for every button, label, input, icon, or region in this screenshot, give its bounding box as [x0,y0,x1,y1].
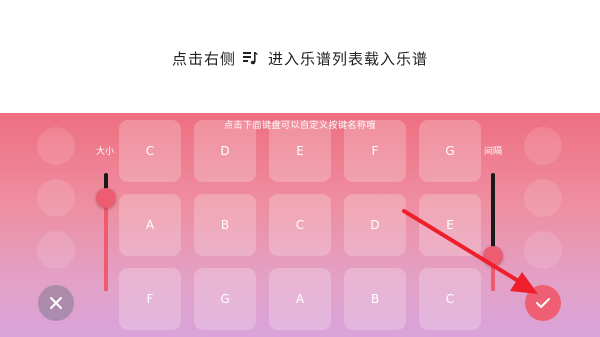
right-side-circle [524,127,562,165]
confirm-button[interactable] [525,285,561,321]
close-icon [50,297,62,309]
right-side-circle [524,179,562,217]
close-button[interactable] [38,285,74,321]
piano-key[interactable]: D [194,120,256,182]
piano-key[interactable]: G [194,268,256,330]
left-side-circle [37,231,75,269]
piano-key[interactable]: A [269,268,331,330]
left-side-circle [37,179,75,217]
piano-key[interactable]: C [419,268,481,330]
size-slider-fill [104,197,108,291]
check-icon [536,298,550,308]
size-label: 大小 [96,147,115,157]
gap-label: 间隔 [484,147,503,157]
piano-key[interactable]: A [119,194,181,256]
piano-key[interactable]: F [119,268,181,330]
gap-slider-thumb[interactable] [483,245,503,266]
piano-key[interactable]: B [194,194,256,256]
piano-key[interactable]: E [269,120,331,182]
gap-slider[interactable] [483,173,503,291]
right-side-circle [524,231,562,269]
instruction-text: 点击右侧 进入乐谱列表载入乐谱 [0,46,600,70]
instruction-text-part1: 点击右侧 [171,49,236,68]
score-list-icon [243,52,258,65]
piano-key[interactable]: C [119,120,181,182]
piano-key[interactable]: F [344,120,406,182]
keyboard-settings-panel: 点击下面键盘可以自定义按键名称哦 大小 间隔 C D E F G A B C D… [0,113,600,337]
piano-key[interactable]: B [344,268,406,330]
piano-key[interactable]: D [344,194,406,256]
left-side-circle [37,127,75,165]
size-slider[interactable] [96,173,116,291]
instruction-banner: 点击右侧 进入乐谱列表载入乐谱 [0,0,600,113]
piano-key[interactable]: C [269,194,331,256]
piano-key[interactable]: G [419,120,481,182]
size-slider-thumb[interactable] [96,187,116,208]
instruction-text-part2: 进入乐谱列表载入乐谱 [268,49,429,68]
piano-key[interactable]: E [419,194,481,256]
